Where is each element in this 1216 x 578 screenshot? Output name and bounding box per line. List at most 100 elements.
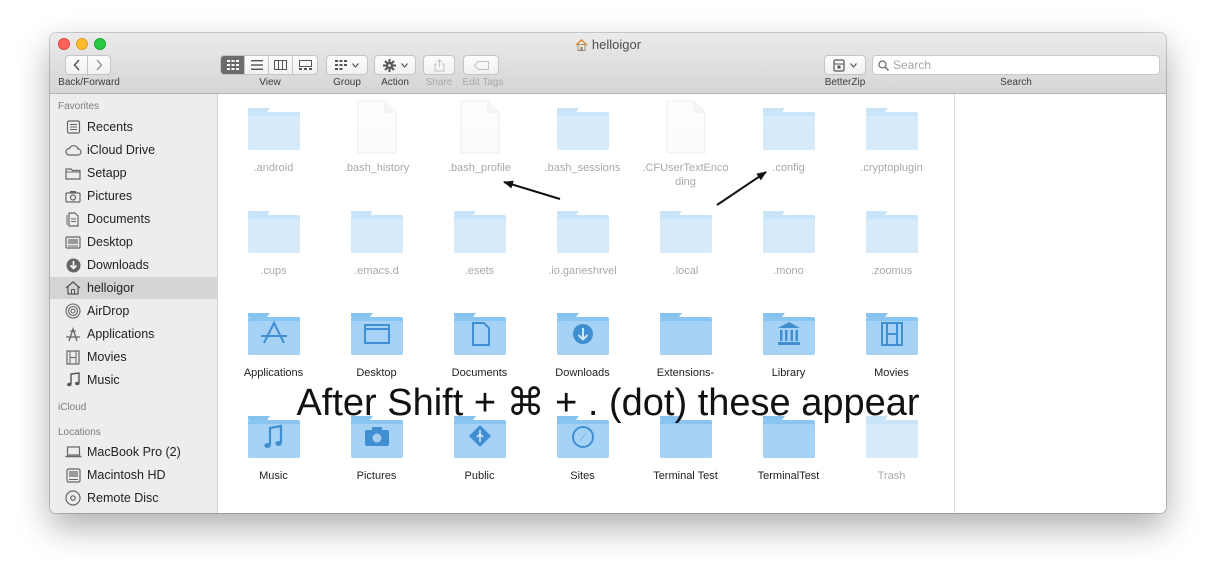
file-label: .android	[253, 162, 294, 174]
file-item[interactable]: .local	[634, 209, 737, 278]
folder-icon	[865, 209, 919, 255]
share-icon	[434, 58, 444, 71]
group-button[interactable]	[326, 55, 368, 75]
toolbar: helloigor Back/Forward View Group Action…	[50, 33, 1166, 94]
gallery-view-button[interactable]	[293, 56, 317, 74]
file-item[interactable]: Movies	[840, 311, 943, 380]
sidebar-item-recents[interactable]: Recents	[50, 116, 217, 138]
archive-icon	[833, 58, 845, 72]
file-item[interactable]: .config	[737, 106, 840, 175]
file-item[interactable]: .io.ganeshrvel	[531, 209, 634, 278]
sidebar-item-macintosh-hd[interactable]: Macintosh HD	[50, 464, 217, 486]
hard-drive-icon	[64, 466, 82, 484]
edit-tags-button[interactable]	[463, 55, 499, 75]
sidebar-item-label: Applications	[87, 327, 155, 341]
file-label: Extensions-	[656, 367, 715, 379]
file-item[interactable]: .bash_sessions	[531, 106, 634, 175]
sidebar-item-desktop[interactable]: Desktop	[50, 231, 217, 253]
desktop-icon	[64, 233, 82, 251]
sidebar-item-airdrop[interactable]: AirDrop	[50, 300, 217, 322]
file-item[interactable]: Documents	[428, 311, 531, 380]
sidebar-item-remote-disc[interactable]: Remote Disc	[50, 487, 217, 509]
file-item[interactable]: .zoomus	[840, 209, 943, 278]
folder-icon	[865, 106, 919, 152]
annotation-text: After Shift + ⌘ + . (dot) these appear	[296, 382, 920, 424]
sidebar-item-icloud-drive[interactable]: iCloud Drive	[50, 139, 217, 161]
sidebar: Favorites Recents iCloud Drive Setapp Pi…	[50, 94, 218, 513]
sidebar-item-movies[interactable]: Movies	[50, 346, 217, 368]
file-item[interactable]: .emacs.d	[325, 209, 428, 278]
sidebar-item-label: Documents	[87, 212, 151, 226]
search-field[interactable]	[872, 55, 1160, 75]
sidebar-item-label: Macintosh HD	[87, 468, 166, 482]
library-folder-icon	[762, 311, 816, 357]
file-item[interactable]: .mono	[737, 209, 840, 278]
share-label: Share	[425, 77, 453, 88]
file-label: Public	[464, 470, 495, 482]
sidebar-item-downloads[interactable]: Downloads	[50, 254, 217, 276]
sidebar-item-label: AirDrop	[87, 304, 130, 318]
folder-icon	[762, 106, 816, 152]
tag-icon	[473, 60, 489, 70]
file-item[interactable]: .bash_profile	[428, 100, 531, 175]
file-item[interactable]: Desktop	[325, 311, 428, 380]
file-grid: .android .bash_history .bash_profile .bash_…	[219, 94, 954, 513]
view-mode-control[interactable]	[220, 55, 318, 75]
file-label: .bash_history	[343, 162, 410, 174]
sidebar-item-pictures[interactable]: Pictures	[50, 185, 217, 207]
file-item[interactable]: .esets	[428, 209, 531, 278]
file-item[interactable]: .android	[222, 106, 325, 175]
file-item[interactable]: Applications	[222, 311, 325, 380]
action-button[interactable]	[374, 55, 416, 75]
airdrop-icon	[64, 302, 82, 320]
chevron-down-icon	[400, 62, 408, 68]
folder-icon	[762, 209, 816, 255]
file-label: .zoomus	[870, 265, 913, 277]
sidebar-item-macbook-pro[interactable]: MacBook Pro (2)	[50, 441, 217, 463]
chevron-down-icon	[352, 62, 359, 68]
sidebar-item-label: Remote Disc	[87, 491, 159, 505]
recents-icon	[64, 118, 82, 136]
file-item[interactable]: .cryptoplugin	[840, 106, 943, 175]
sidebar-item-applications[interactable]: Applications	[50, 323, 217, 345]
file-label: Trash	[877, 470, 906, 482]
chevron-left-icon	[72, 59, 80, 71]
film-folder-icon	[865, 311, 919, 357]
file-item[interactable]: Library	[737, 311, 840, 380]
group-label: Group	[333, 77, 361, 88]
search-input[interactable]	[893, 58, 1143, 72]
file-label: .bash_profile	[448, 162, 511, 174]
file-item[interactable]: .CFUserTextEncoding	[634, 100, 737, 189]
list-icon	[250, 60, 263, 70]
list-view-button[interactable]	[245, 56, 269, 74]
file-item[interactable]: Downloads	[531, 311, 634, 380]
sidebar-item-label: Setapp	[87, 166, 127, 180]
applications-icon	[64, 325, 82, 343]
folder-icon	[350, 209, 404, 255]
download-icon	[64, 256, 82, 274]
sidebar-item-documents[interactable]: Documents	[50, 208, 217, 230]
column-view-button[interactable]	[269, 56, 293, 74]
icon-view-button[interactable]	[221, 56, 245, 74]
file-item[interactable]: Extensions-	[634, 311, 737, 380]
file-label: .bash_sessions	[544, 162, 621, 174]
betterzip-button[interactable]	[824, 55, 866, 75]
document-folder-icon	[453, 311, 507, 357]
desktop-window-folder-icon	[350, 311, 404, 357]
sidebar-item-setapp[interactable]: Setapp	[50, 162, 217, 184]
file-item[interactable]: .cups	[222, 209, 325, 278]
file-icon	[659, 100, 713, 154]
view-label: View	[259, 77, 281, 88]
share-button[interactable]	[423, 55, 455, 75]
file-label: Documents	[451, 367, 508, 379]
file-label: .mono	[773, 265, 804, 277]
back-button[interactable]	[65, 55, 88, 75]
forward-button[interactable]	[88, 55, 111, 75]
sidebar-item-helloigor[interactable]: helloigor	[50, 277, 217, 299]
folder-icon	[247, 106, 301, 152]
document-icon	[64, 210, 82, 228]
file-label: Music	[259, 470, 288, 482]
file-item[interactable]: .bash_history	[325, 100, 428, 175]
film-icon	[64, 348, 82, 366]
folder-icon	[556, 209, 610, 255]
